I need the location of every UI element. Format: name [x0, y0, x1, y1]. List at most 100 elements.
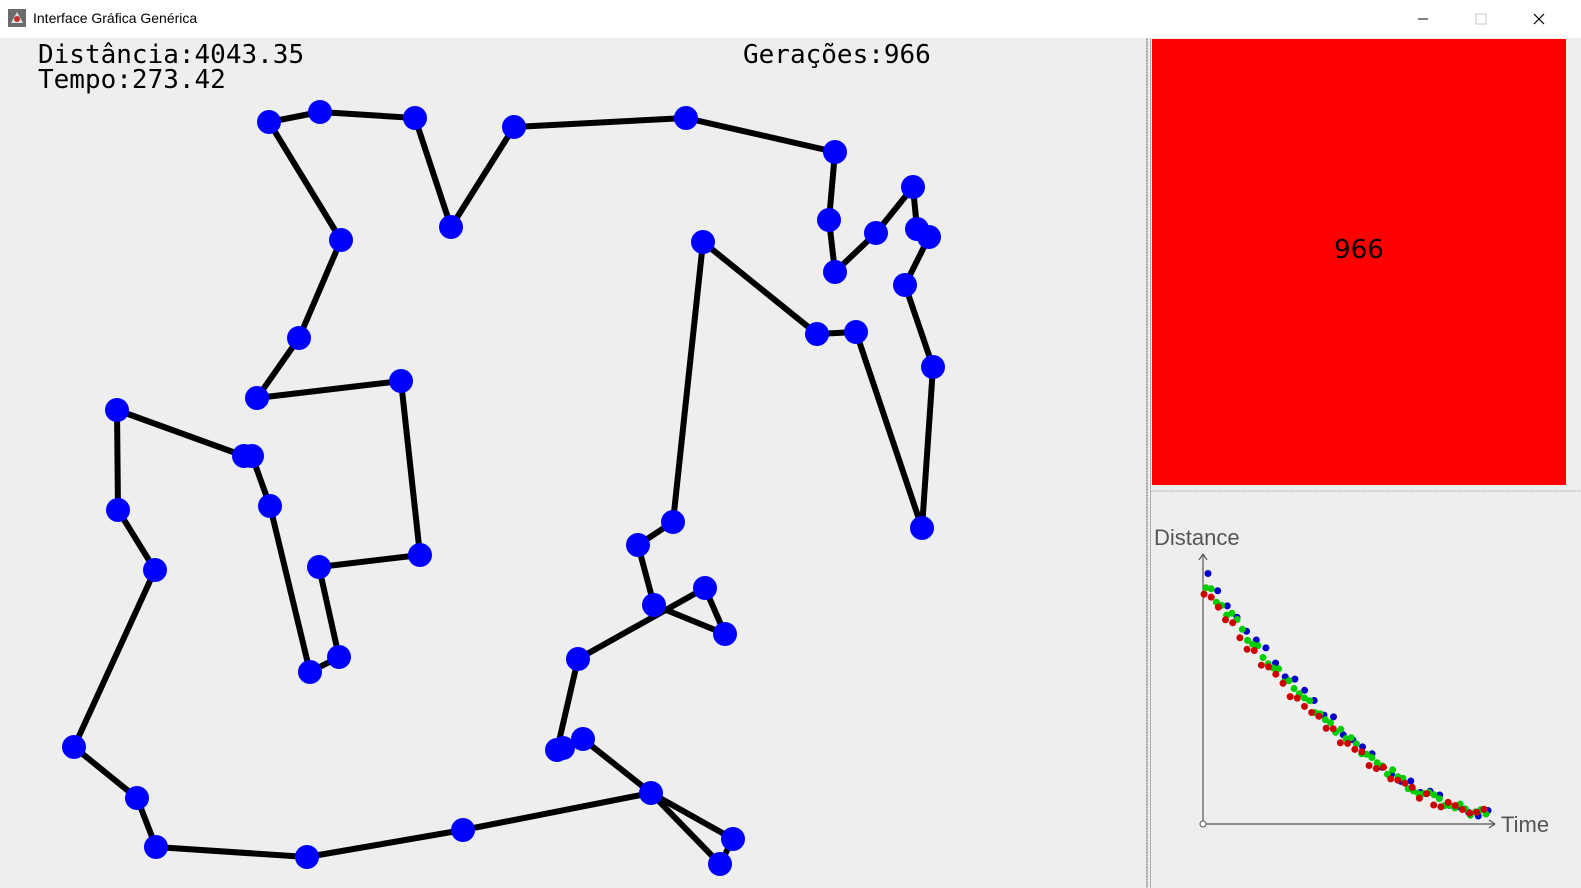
route-segment	[701, 239, 819, 337]
plot-point	[1368, 754, 1376, 761]
plot-point	[1257, 661, 1265, 669]
plot-point	[1204, 570, 1212, 577]
plot-point	[1293, 694, 1301, 702]
city-node	[721, 827, 745, 851]
route-segment	[306, 827, 464, 860]
plot-point	[1322, 724, 1330, 732]
route-segment	[448, 125, 517, 229]
route-segment	[115, 407, 246, 459]
plot-point	[1358, 748, 1366, 756]
plot-point	[1337, 725, 1345, 733]
plot-point	[1330, 713, 1337, 721]
city-node	[403, 106, 427, 130]
city-node	[691, 230, 715, 254]
plot-point	[1238, 625, 1246, 633]
route-segment	[155, 844, 308, 860]
title-bar: Interface Gráfica Genérica	[0, 0, 1581, 38]
right-panel: 966 Distance Time	[1151, 38, 1581, 888]
city-node	[823, 140, 847, 164]
plot-point	[1466, 809, 1474, 817]
plot-point	[1401, 779, 1409, 787]
route-segment	[853, 331, 925, 529]
route-segment	[919, 366, 936, 529]
city-node	[708, 852, 732, 876]
route-segment	[72, 744, 139, 801]
route-drawing	[62, 100, 945, 876]
route-segment	[462, 790, 652, 833]
plot-point	[1451, 802, 1459, 809]
plot-xlabel: Time	[1501, 812, 1549, 837]
plot-point	[1228, 609, 1236, 617]
close-button[interactable]	[1510, 0, 1568, 38]
plot-point	[1387, 775, 1395, 783]
city-node	[257, 110, 281, 134]
maximize-button[interactable]	[1452, 0, 1510, 38]
time-label: Tempo:273.42	[38, 65, 226, 95]
plot-ylabel: Distance	[1154, 525, 1240, 550]
window-title: Interface Gráfica Genérica	[33, 10, 198, 26]
horizontal-split-divider[interactable]	[1151, 487, 1581, 495]
city-node	[329, 228, 353, 252]
city-node	[143, 558, 167, 582]
city-node	[439, 215, 463, 239]
city-node	[844, 320, 868, 344]
plot-point	[1306, 697, 1314, 705]
city-node	[295, 845, 319, 869]
route-segment	[513, 115, 687, 130]
route-segment	[316, 566, 342, 658]
city-node	[240, 444, 264, 468]
plot-point	[1301, 702, 1308, 710]
plot-point	[1430, 801, 1438, 809]
plot-point	[1329, 725, 1337, 733]
close-icon	[1533, 13, 1545, 25]
plot-point	[1243, 645, 1251, 653]
vertical-split-divider[interactable]	[1143, 38, 1151, 888]
plot-point	[1480, 805, 1488, 813]
java-app-icon	[8, 9, 26, 27]
route-segment	[256, 378, 402, 401]
city-node	[106, 498, 130, 522]
city-node	[451, 818, 475, 842]
route-segment	[670, 241, 706, 523]
plot-point	[1336, 739, 1344, 747]
plot-point	[1222, 616, 1229, 624]
route-segment	[576, 585, 707, 662]
route-segment	[319, 109, 416, 121]
plot-point	[1229, 619, 1237, 627]
city-node	[258, 494, 282, 518]
city-node	[917, 225, 941, 249]
plot-origin	[1199, 820, 1207, 828]
tsp-canvas: Distância:4043.35 Tempo:273.42 Gerações:…	[0, 38, 1143, 888]
generation-number: 966	[1334, 235, 1384, 265]
route-segment	[685, 115, 836, 155]
plot-point	[1272, 670, 1280, 678]
city-node	[921, 355, 945, 379]
plot-point	[1259, 654, 1267, 661]
plot-point	[1473, 808, 1481, 816]
plot-point	[1389, 766, 1397, 774]
minimize-icon	[1418, 18, 1428, 20]
plot-point	[1262, 644, 1270, 652]
maximize-icon	[1475, 13, 1487, 25]
city-node	[144, 835, 168, 859]
city-node	[901, 175, 925, 199]
city-node	[389, 369, 413, 393]
plot-point	[1285, 677, 1293, 685]
plot-point	[1437, 803, 1445, 811]
plot-point	[1236, 634, 1244, 642]
minimize-button[interactable]	[1394, 0, 1452, 38]
route-segment	[902, 284, 936, 368]
divider-grip	[1146, 38, 1148, 888]
plot-point	[1444, 798, 1452, 806]
city-node	[805, 322, 829, 346]
route-segment	[581, 736, 653, 796]
city-node	[910, 516, 934, 540]
route-segment	[398, 380, 423, 556]
city-node	[245, 386, 269, 410]
city-node	[674, 106, 698, 130]
plot-point	[1207, 593, 1215, 601]
generation-box: 966	[1152, 39, 1566, 485]
route-segment	[71, 568, 158, 749]
city-node	[864, 221, 888, 245]
plot-point	[1372, 765, 1380, 772]
